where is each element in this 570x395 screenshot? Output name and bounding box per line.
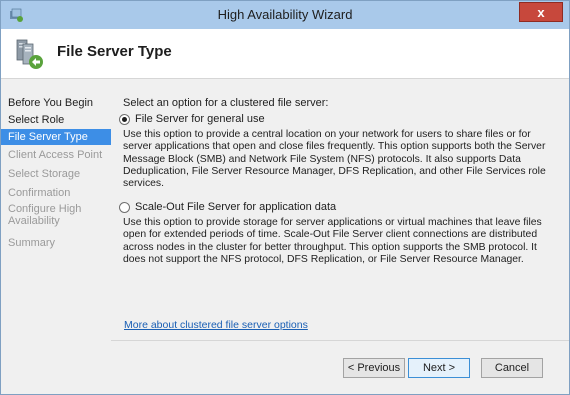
next-button[interactable]: Next > xyxy=(408,358,470,378)
wizard-header: File Server Type xyxy=(1,29,569,79)
option-prompt: Select an option for a clustered file se… xyxy=(123,97,329,109)
wizard-steps: Before You Begin Select Role File Server… xyxy=(1,89,111,379)
window-title: High Availability Wizard xyxy=(217,7,353,22)
radio-general-use[interactable] xyxy=(119,114,130,125)
more-info-link[interactable]: More about clustered file server options xyxy=(124,319,308,331)
footer-divider xyxy=(111,340,569,341)
step-summary: Summary xyxy=(8,237,56,249)
close-button[interactable]: x xyxy=(519,2,563,22)
step-file-server-type[interactable]: File Server Type xyxy=(1,129,111,145)
option-general-use-label[interactable]: File Server for general use xyxy=(135,113,265,125)
step-client-access-point: Client Access Point xyxy=(8,149,103,161)
step-before-you-begin[interactable]: Before You Begin xyxy=(1,95,111,111)
step-select-role[interactable]: Select Role xyxy=(1,112,111,128)
step-confirmation: Confirmation xyxy=(8,187,71,199)
previous-button[interactable]: < Previous xyxy=(343,358,405,378)
file-server-cluster-icon xyxy=(16,39,43,69)
wizard-window: High Availability Wizard x File Server T… xyxy=(0,0,570,395)
title-bar[interactable]: High Availability Wizard x xyxy=(1,1,569,29)
page-title: File Server Type xyxy=(57,43,172,60)
cancel-button[interactable]: Cancel xyxy=(481,358,543,378)
radio-scale-out[interactable] xyxy=(119,202,130,213)
option-scale-out-description: Use this option to provide storage for s… xyxy=(123,217,542,265)
main-panel: Select an option for a clustered file se… xyxy=(111,89,561,349)
option-general-use-description: Use this option to provide a central loc… xyxy=(123,129,546,190)
radio-selected-dot xyxy=(122,117,127,122)
step-select-storage: Select Storage xyxy=(8,168,81,180)
step-configure-high-availability: Configure High Availability xyxy=(8,203,82,227)
option-scale-out-label[interactable]: Scale-Out File Server for application da… xyxy=(135,201,336,213)
